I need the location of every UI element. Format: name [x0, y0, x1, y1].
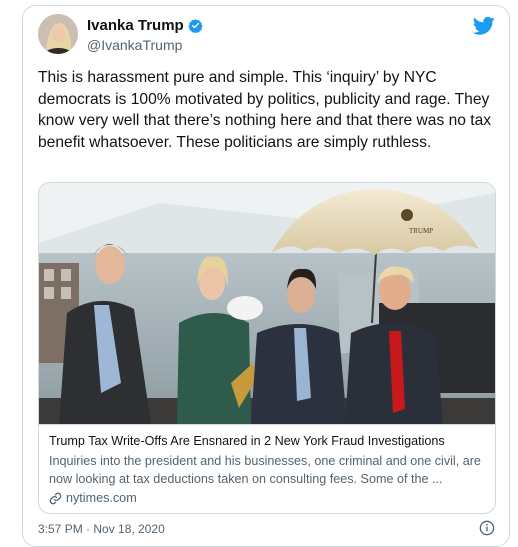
author-handle[interactable]: @IvankaTrump: [87, 37, 182, 53]
twitter-bird-icon[interactable]: [473, 16, 495, 36]
link-card-title[interactable]: Trump Tax Write-Offs Are Ensnared in 2 N…: [49, 434, 485, 448]
author-name[interactable]: Ivanka Trump: [87, 17, 184, 34]
tweet-timestamp[interactable]: 3:57 PM · Nov 18, 2020: [38, 522, 165, 536]
avatar[interactable]: [38, 14, 78, 54]
article-photo: TRUMP: [39, 183, 495, 424]
tweet-card: Ivanka Trump @IvankaTrump This is harass…: [22, 5, 510, 547]
link-card-domain-row[interactable]: nytimes.com: [49, 491, 137, 505]
umbrella-brand-text: TRUMP: [409, 227, 433, 235]
link-preview-card[interactable]: TRUMP Trump Tax Write-Offs Are Ensnared …: [38, 182, 496, 514]
info-icon[interactable]: [479, 520, 495, 536]
link-card-meta[interactable]: Trump Tax Write-Offs Are Ensnared in 2 N…: [39, 424, 495, 513]
tweet-text: This is harassment pure and simple. This…: [38, 69, 496, 151]
verified-badge-icon: [187, 18, 203, 33]
link-card-domain[interactable]: nytimes.com: [66, 491, 137, 505]
link-card-description: Inquiries into the president and his bus…: [49, 454, 481, 486]
link-icon: [49, 492, 62, 504]
